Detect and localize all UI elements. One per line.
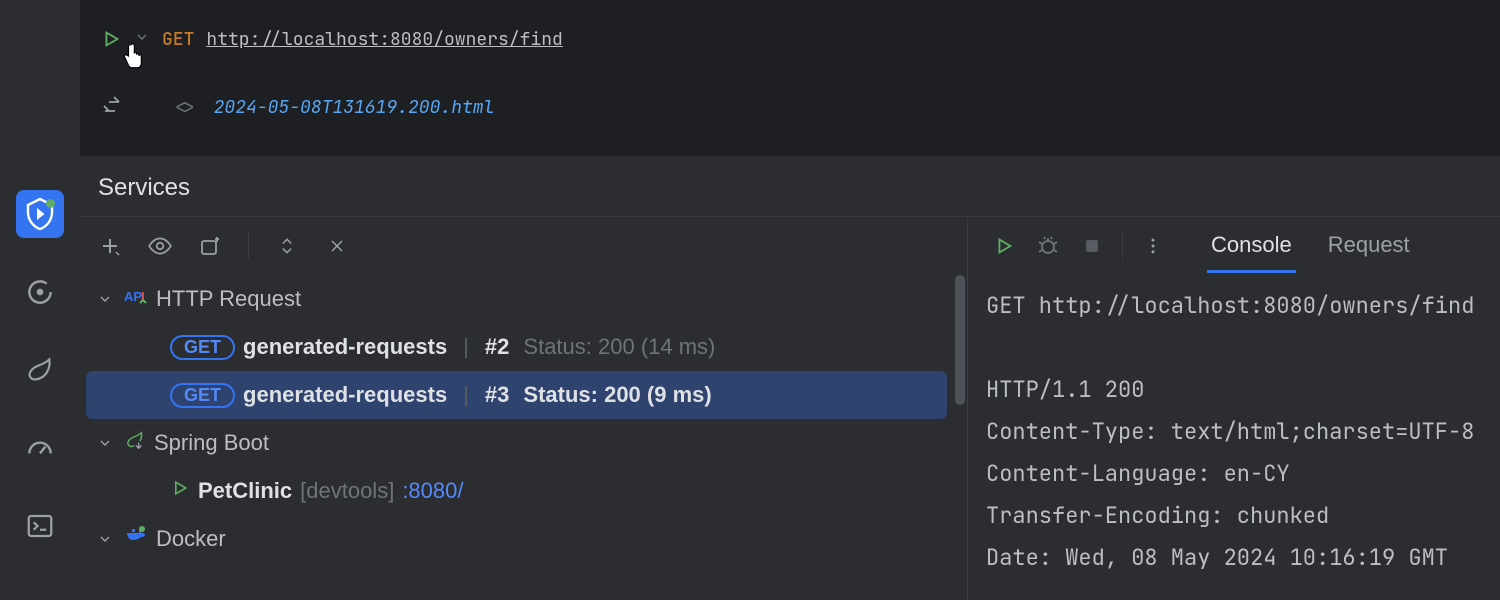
request-name: generated-requests <box>243 334 447 360</box>
spring-icon <box>124 429 146 457</box>
method-badge: GET <box>170 335 235 360</box>
app-port[interactable]: :8080/ <box>402 478 463 504</box>
console-output[interactable]: GET http://localhost:8080/owners/find HT… <box>968 275 1500 600</box>
services-panel: Services API HTTP Request <box>80 155 1500 600</box>
tree-toolbar <box>80 217 967 275</box>
tree-node-spring-boot[interactable]: Spring Boot <box>80 419 967 467</box>
tree-node-docker[interactable]: Docker <box>80 515 967 563</box>
tree-label: Spring Boot <box>154 430 269 456</box>
services-tool-button[interactable] <box>16 190 64 238</box>
http-editor[interactable]: GET http://localhost:8080/owners/find <>… <box>80 0 1500 155</box>
tab-console[interactable]: Console <box>1207 220 1296 273</box>
api-icon: API <box>124 286 148 312</box>
open-new-tab-button[interactable] <box>194 230 226 262</box>
tab-request[interactable]: Request <box>1324 220 1414 273</box>
chevron-down-icon <box>94 291 116 307</box>
stop-button[interactable] <box>1074 228 1110 264</box>
svg-text:AP: AP <box>124 289 142 304</box>
compare-responses-icon[interactable] <box>100 92 124 122</box>
spring-tool-button[interactable] <box>16 346 64 394</box>
profiler-tool-button[interactable] <box>16 424 64 472</box>
terminal-tool-button[interactable] <box>16 502 64 550</box>
app-name: PetClinic <box>198 478 292 504</box>
close-button[interactable] <box>321 230 353 262</box>
angle-bracket-icon: <> <box>174 96 196 119</box>
http-method: GET <box>162 28 194 51</box>
docker-icon <box>124 525 148 553</box>
http-url[interactable]: http://localhost:8080/owners/find <box>206 28 562 51</box>
show-hidden-button[interactable] <box>144 230 176 262</box>
response-file-link[interactable]: 2024-05-08T131619.200.html <box>214 96 495 119</box>
panel-title: Services <box>80 156 1500 216</box>
left-tool-strip <box>0 0 80 600</box>
endpoints-tool-button[interactable] <box>16 268 64 316</box>
app-profile: [devtools] <box>300 478 394 504</box>
add-service-button[interactable] <box>94 230 126 262</box>
request-name: generated-requests <box>243 382 447 408</box>
tree-node-request[interactable]: GET generated-requests | #3 Status: 200 … <box>86 371 947 419</box>
request-status: Status: 200 (9 ms) <box>523 382 711 408</box>
request-number: #2 <box>485 334 509 360</box>
chevron-down-icon <box>94 435 116 451</box>
chevron-down-icon <box>94 531 116 547</box>
request-status: Status: 200 (14 ms) <box>523 334 715 360</box>
expand-collapse-button[interactable] <box>271 230 303 262</box>
tree-label: HTTP Request <box>156 286 301 312</box>
rerun-button[interactable] <box>986 228 1022 264</box>
method-badge: GET <box>170 383 235 408</box>
request-number: #3 <box>485 382 509 408</box>
run-icon <box>170 478 190 504</box>
tree-node-spring-app[interactable]: PetClinic [devtools] :8080/ <box>80 467 967 515</box>
debug-button[interactable] <box>1030 228 1066 264</box>
services-tree[interactable]: API HTTP Request GET generated-requests … <box>80 275 967 600</box>
tree-node-request[interactable]: GET generated-requests | #2 Status: 200 … <box>80 323 967 371</box>
scrollbar-thumb[interactable] <box>955 275 965 405</box>
more-button[interactable] <box>1135 228 1171 264</box>
pointer-cursor-icon <box>118 42 146 76</box>
tree-node-http-request[interactable]: API HTTP Request <box>80 275 967 323</box>
tree-label: Docker <box>156 526 226 552</box>
